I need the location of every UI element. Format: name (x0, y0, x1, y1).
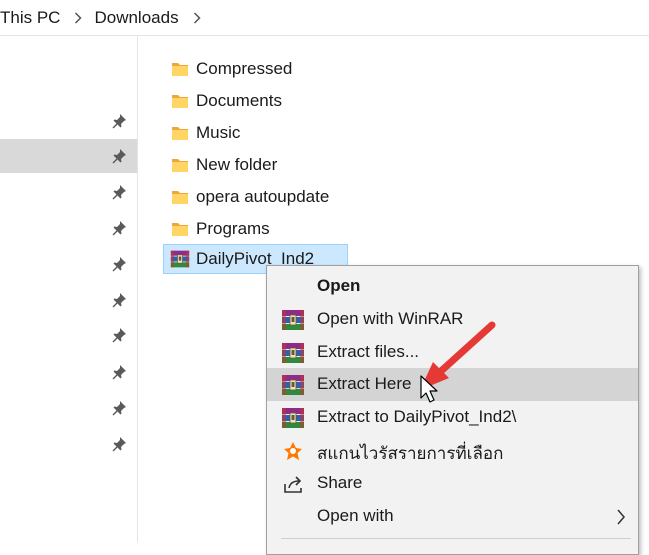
chevron-right-icon[interactable] (74, 12, 82, 24)
quick-access-item[interactable] (0, 391, 137, 425)
menu-item-extract-to[interactable]: Extract to DailyPivot_Ind2\ (267, 401, 638, 434)
quick-access-item[interactable] (0, 427, 137, 461)
winrar-icon (281, 373, 305, 397)
folder-icon (170, 219, 190, 239)
pin-icon (110, 363, 128, 381)
menu-item-label: Extract to DailyPivot_Ind2\ (317, 407, 517, 426)
file-item-folder[interactable]: Compressed (163, 54, 292, 84)
menu-item-scan-virus[interactable]: สแกนไวรัสรายการที่เลือก (267, 434, 638, 467)
menu-item-open-with[interactable]: Open with (267, 500, 638, 533)
menu-item-label: Share (317, 473, 363, 492)
quick-access-item[interactable] (0, 355, 137, 389)
menu-item-label: Open with WinRAR (317, 309, 464, 328)
pin-icon (110, 255, 128, 273)
pin-icon (110, 399, 128, 417)
folder-icon (170, 123, 190, 143)
menu-item-extract-files[interactable]: Extract files... (267, 336, 638, 369)
pin-icon (110, 183, 128, 201)
file-name: Music (196, 123, 241, 142)
pin-icon (110, 219, 128, 237)
chevron-right-icon (616, 509, 626, 525)
quick-access-item[interactable] (0, 283, 137, 317)
folder-icon (170, 155, 190, 175)
context-menu: Open Open with WinRAR Extract files... E… (266, 265, 639, 555)
menu-item-open[interactable]: Open (267, 270, 638, 303)
folder-icon (170, 91, 190, 111)
pin-icon (110, 435, 128, 453)
file-item-folder[interactable]: Programs (163, 214, 270, 244)
quick-access-item[interactable] (0, 318, 137, 352)
breadcrumb-this-pc[interactable]: This PC (0, 8, 60, 28)
avast-icon (281, 439, 305, 463)
quick-access-item[interactable] (0, 211, 137, 245)
file-name: opera autoupdate (196, 187, 330, 206)
winrar-icon (281, 308, 305, 332)
menu-item-label: Extract files... (317, 342, 420, 361)
file-item-folder[interactable]: opera autoupdate (163, 182, 329, 212)
breadcrumb: This PC Downloads (0, 0, 649, 36)
menu-separator (281, 538, 631, 539)
menu-item-label: Extract Here (317, 374, 412, 393)
file-name: New folder (196, 155, 278, 174)
menu-item-label: สแกนไวรัสรายการที่เลือก (317, 444, 504, 463)
share-icon (281, 472, 305, 496)
file-item-folder[interactable]: New folder (163, 150, 277, 180)
quick-access-item-selected[interactable] (0, 139, 137, 173)
file-name: Documents (196, 91, 282, 110)
folder-icon (170, 59, 190, 79)
winrar-icon (281, 406, 305, 430)
winrar-icon (281, 341, 305, 365)
menu-item-label: Open (317, 276, 361, 295)
winrar-archive-icon (170, 249, 190, 269)
quick-access-item[interactable] (0, 104, 137, 138)
file-name: Compressed (196, 59, 293, 78)
pin-icon (110, 147, 128, 165)
file-item-folder[interactable]: Documents (163, 86, 282, 116)
breadcrumb-downloads[interactable]: Downloads (94, 8, 178, 28)
quick-access-item[interactable] (0, 175, 137, 209)
pin-icon (110, 112, 128, 130)
pin-icon (110, 326, 128, 344)
file-name: Programs (196, 219, 270, 238)
folder-icon (170, 187, 190, 207)
menu-item-open-with-winrar[interactable]: Open with WinRAR (267, 303, 638, 336)
menu-item-extract-here[interactable]: Extract Here (267, 368, 638, 401)
quick-access-item[interactable] (0, 247, 137, 281)
chevron-right-icon[interactable] (193, 12, 201, 24)
menu-item-share[interactable]: Share (267, 467, 638, 500)
menu-item-label: Open with (317, 506, 394, 525)
file-item-folder[interactable]: Music (163, 118, 240, 148)
navigation-pane (0, 36, 138, 542)
pin-icon (110, 291, 128, 309)
